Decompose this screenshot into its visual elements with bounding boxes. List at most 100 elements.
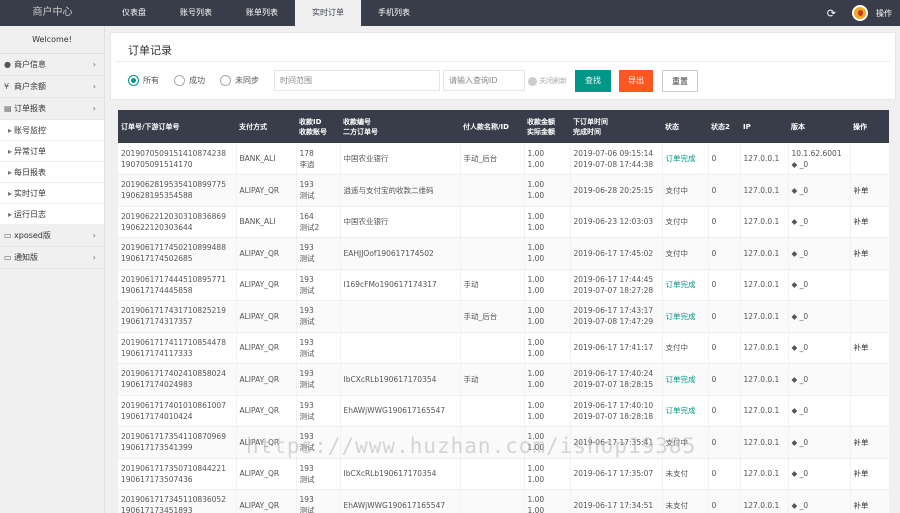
nav-dashboard[interactable]: 仪表盘 [105, 0, 163, 26]
table-cell [460, 426, 525, 459]
cell-ver2: ◆ _0 [791, 248, 809, 258]
cell-amt: 1.00 [527, 306, 545, 316]
table-row[interactable]: 2019062819535410899775 190628195354588 ALI… [118, 174, 889, 207]
cell-tno: EhAWjWWG190617165547 [343, 406, 446, 416]
auto-refresh-label: 关闭刷新 [539, 77, 567, 85]
table-cell: 2019061717402410858024 190617174024983 [118, 363, 237, 396]
cell-op[interactable]: 补单 [854, 500, 886, 511]
table-cell: 1.00 1.00 [524, 300, 571, 333]
auto-refresh-toggle[interactable]: 关闭刷新 [528, 76, 567, 86]
cell-rid: 193 [299, 432, 314, 442]
table-row[interactable]: 2019061717444510895771 190617174445858 ALI… [118, 269, 889, 301]
radio-success[interactable]: 成功 [174, 75, 205, 86]
table-cell: 1.00 1.00 [524, 426, 571, 459]
radio-unsynced[interactable]: 未同步 [220, 75, 259, 86]
cell-down: 190622120303644 [121, 222, 193, 232]
cell-op[interactable]: 补单 [854, 248, 886, 259]
table-row[interactable]: 2019062212030310836869 190622120303644 BAN… [118, 206, 889, 238]
cell-op[interactable]: 补单 [854, 342, 886, 353]
sidebar-sub-run-log[interactable]: 运行日志 [0, 204, 104, 225]
table-row[interactable]: 2019061717411710854478 190617174117333 ALI… [118, 332, 889, 364]
cell-op[interactable]: 补单 [854, 437, 886, 448]
nav-account-list[interactable]: 账号列表 [163, 0, 229, 26]
sidebar-item-merchant-info[interactable]: ● 商户信息 › [0, 54, 104, 76]
sidebar-sub-daily-report[interactable]: 每日报表 [0, 162, 104, 183]
cell-pay: ALIPAY_QR [239, 185, 280, 195]
table-row[interactable]: 2019061717345110836052 190617173451893 ALI… [118, 489, 889, 513]
table-row[interactable]: 2019061717402410858024 190617174024983 ALI… [118, 363, 889, 396]
column-header: 收款编号 二方订单号 [340, 110, 460, 143]
avatar[interactable] [852, 5, 868, 21]
top-nav: 仪表盘 账号列表 账单列表 实时订单 手机列表 [105, 0, 427, 26]
cell-s2: 0 [711, 185, 717, 195]
page-title: 订单记录 [128, 44, 172, 57]
sidebar-sub-abnormal-orders[interactable]: 异常订单 [0, 141, 104, 162]
cell-op[interactable]: 补单 [854, 185, 886, 196]
sidebar-item-merchant-balance[interactable]: ¥ 商户余额 › [0, 76, 104, 98]
table-cell: ◆ _0 [788, 237, 851, 270]
table-cell [460, 237, 525, 270]
cell-t1: 2019-06-17 17:35:41 [573, 437, 654, 447]
cell-s2: 0 [711, 500, 717, 510]
table-cell: 补单 [850, 426, 889, 459]
cell-t1: 2019-06-28 20:25:15 [573, 185, 654, 195]
sidebar: Welcome! ●商户信息› ¥商户余额› ▤订单报表› 账号监控 异常订单 … [0, 26, 105, 513]
table-cell: 0 [708, 300, 741, 333]
refresh-icon[interactable]: ⟳ [827, 7, 836, 20]
table-cell: ALIPAY_QR [236, 426, 297, 459]
cell-racc: 测试 [299, 348, 315, 358]
operate-menu[interactable]: 操作 [876, 8, 892, 19]
sidebar-sub-account-monitor[interactable]: 账号监控 [0, 120, 104, 141]
sidebar-item-label: 通知版 [14, 253, 38, 262]
cell-op[interactable]: 补单 [854, 216, 886, 227]
cell-real: 1.00 [527, 191, 545, 201]
table-cell: 0 [708, 174, 741, 207]
export-button[interactable]: 导出 [619, 70, 653, 92]
cell-s2: 0 [711, 217, 717, 227]
yen-icon: ¥ [4, 82, 10, 91]
nav-phone-list[interactable]: 手机列表 [361, 0, 427, 26]
query-id-input[interactable]: 请输入查询ID [443, 70, 525, 91]
cell-ver2: ◆ _0 [791, 343, 809, 353]
cell-order: 2019061717350710844221 [121, 463, 226, 473]
radio-all[interactable]: 所有 [128, 75, 159, 86]
table-row[interactable]: 2019061717450210899488 190617174502685 ALI… [118, 237, 889, 270]
sidebar-item-order-report[interactable]: ▤ 订单报表 › [0, 98, 104, 120]
table-row[interactable]: 2019061717431710825219 190617174317357 ALI… [118, 300, 889, 333]
cell-pay: ALIPAY_QR [239, 280, 280, 290]
nav-realtime-orders[interactable]: 实时订单 [295, 0, 361, 26]
sidebar-item-xposed[interactable]: ▭ xposed版 › [0, 225, 104, 247]
cell-pay: ALIPAY_QR [239, 406, 280, 416]
cell-pay: ALIPAY_QR [239, 500, 280, 510]
cell-amt: 1.00 [527, 337, 545, 347]
table-cell: 127.0.0.1 [740, 206, 789, 238]
table-cell: 2019062212030310836869 190622120303644 [118, 206, 237, 238]
table-cell: 1.00 1.00 [524, 458, 571, 490]
reset-button[interactable]: 重置 [662, 70, 698, 92]
cell-ip: 127.0.0.1 [743, 500, 780, 510]
cell-ip: 127.0.0.1 [743, 469, 780, 479]
cell-amt: 1.00 [527, 369, 545, 379]
cell-payer: 手动 [463, 280, 479, 290]
cell-real: 1.00 [527, 506, 545, 513]
cell-status: 支付中 [665, 185, 689, 195]
cell-t2: 2019-07-08 17:47:29 [573, 317, 654, 327]
cell-op[interactable]: 补单 [854, 468, 886, 479]
table-row[interactable]: 2019061717354110870969 190617173541399 ALI… [118, 426, 889, 459]
time-range-input[interactable]: 时间范围 [274, 70, 440, 91]
table-row[interactable]: 2019070509151410874238 190705091514170 BAN… [118, 143, 889, 175]
column-header-text: 完成时间 [573, 127, 601, 136]
nav-bill-list[interactable]: 账单列表 [229, 0, 295, 26]
table-row[interactable]: 2019061717350710844221 190617173507436 ALI… [118, 458, 889, 490]
cell-ip: 127.0.0.1 [743, 343, 780, 353]
table-cell: ALIPAY_QR [236, 395, 297, 427]
table-cell: 2019070509151410874238 190705091514170 [118, 143, 237, 175]
cell-ip: 127.0.0.1 [743, 280, 780, 290]
sidebar-item-notify[interactable]: ▭ 通知版 › [0, 247, 104, 269]
table-cell: 193 测试 [296, 363, 341, 396]
sidebar-sub-realtime-orders[interactable]: 实时订单 [0, 183, 104, 204]
table-row[interactable]: 2019061717401010861007 190617174010424 ALI… [118, 395, 889, 427]
search-button[interactable]: 查找 [575, 70, 611, 92]
table-cell: 2019-06-17 17:40:10 2019-07-07 18:28:18 [570, 395, 663, 427]
cell-racc: 测试 [299, 474, 315, 484]
